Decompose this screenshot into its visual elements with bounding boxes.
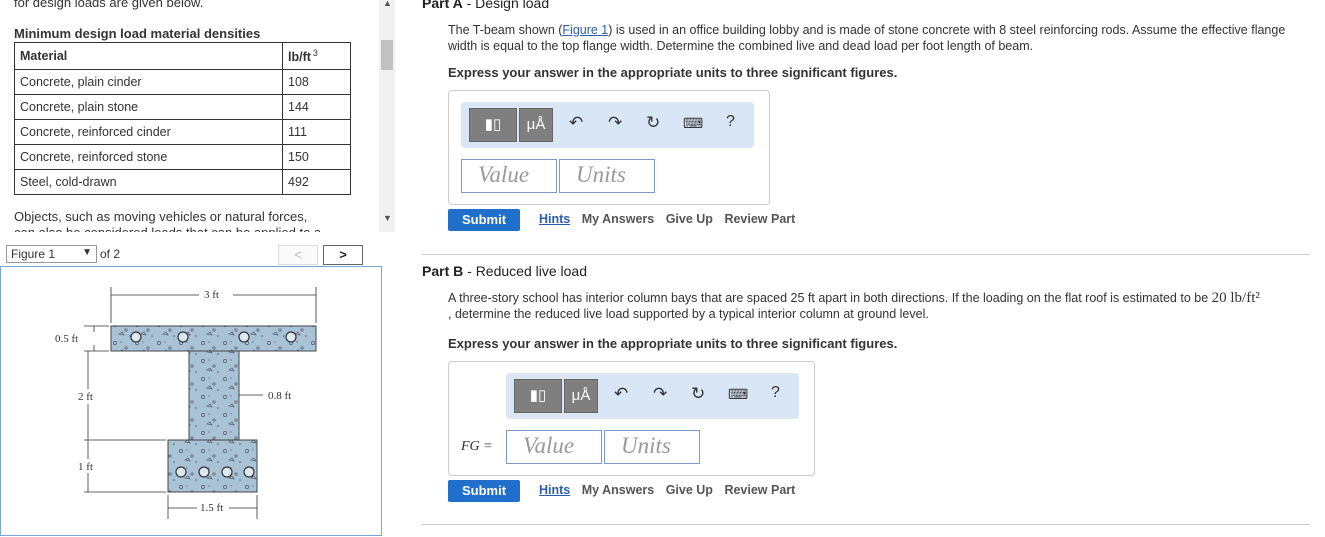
prev-figure-button[interactable]: < bbox=[278, 245, 318, 265]
part-a-value-input[interactable]: Value bbox=[461, 159, 557, 193]
table-row: Concrete, plain stone 144 bbox=[14, 94, 351, 120]
part-b-instructions: Express your answer in the appropriate u… bbox=[448, 336, 898, 351]
scroll-down-icon[interactable]: ▼ bbox=[383, 213, 392, 223]
objects-text-cut: can also be considered loads that can be… bbox=[14, 225, 321, 232]
part-b-give-up-link[interactable]: Give Up bbox=[666, 483, 713, 497]
part-a-answer-box: ▮▯ μÅ ↶ ↷ ↻ ⌨ ? Value Units bbox=[448, 90, 770, 205]
part-a-my-answers-link[interactable]: My Answers bbox=[582, 212, 654, 226]
part-b-hints-link[interactable]: Hints bbox=[539, 483, 570, 497]
header-unit: lb/ft 3 bbox=[282, 42, 351, 70]
next-figure-button[interactable]: > bbox=[323, 245, 363, 265]
part-a-header: Part A - Design load bbox=[422, 0, 550, 11]
part-b-submit-button[interactable]: Submit bbox=[448, 480, 520, 502]
figure-count: of 2 bbox=[100, 247, 121, 261]
dim-bottom-width: 1.5 ft bbox=[200, 502, 223, 514]
part-b-value-input[interactable]: Value bbox=[506, 430, 602, 464]
part-b-links: Hints My Answers Give Up Review Part bbox=[539, 483, 803, 497]
material-scroll-area[interactable]: for design loads are given below. Minimu… bbox=[0, 0, 378, 232]
part-b-question: A three-story school has interior column… bbox=[448, 290, 1260, 321]
part-b-toolbar: ▮▯ μÅ ↶ ↷ ↻ ⌨ ? bbox=[506, 373, 799, 419]
dim-web-height: 2 ft bbox=[78, 391, 93, 403]
scroll-up-icon[interactable]: ▲ bbox=[383, 0, 392, 8]
part-a-units-input[interactable]: Units bbox=[559, 159, 655, 193]
part-b-header: Part B - Reduced live load bbox=[422, 263, 587, 279]
symbol-button[interactable]: μÅ bbox=[519, 108, 553, 142]
part-a-hints-link[interactable]: Hints bbox=[539, 212, 570, 226]
figure-panel: 3 ft 0.5 ft 2 ft 0.8 ft 1 ft 1.5 ft bbox=[0, 266, 382, 536]
undo-icon[interactable]: ↶ bbox=[569, 113, 583, 133]
part-a-give-up-link[interactable]: Give Up bbox=[666, 212, 713, 226]
figure-link[interactable]: Figure 1 bbox=[562, 23, 608, 37]
table-row: Concrete, reinforced cinder 111 bbox=[14, 119, 351, 145]
template-icon[interactable]: ▮▯ bbox=[514, 379, 562, 413]
figure-select[interactable]: Figure 1 ▼ bbox=[6, 245, 97, 263]
part-a-instructions: Express your answer in the appropriate u… bbox=[448, 65, 898, 80]
part-b-review-link[interactable]: Review Part bbox=[724, 483, 795, 497]
header-material: Material bbox=[14, 42, 283, 70]
part-divider bbox=[422, 254, 1310, 255]
figure-navigation: Figure 1 ▼ of 2 < > bbox=[0, 244, 395, 266]
part-a-submit-button[interactable]: Submit bbox=[448, 209, 520, 231]
help-icon[interactable]: ? bbox=[726, 113, 735, 131]
scroll-thumb[interactable] bbox=[381, 40, 393, 70]
dim-flange-thickness: 0.5 ft bbox=[55, 333, 78, 345]
objects-text: Objects, such as moving vehicles or natu… bbox=[14, 209, 308, 224]
fg-label: FG = bbox=[461, 439, 493, 454]
part-a-toolbar: ▮▯ μÅ ↶ ↷ ↻ ⌨ ? bbox=[461, 102, 754, 148]
keyboard-icon[interactable]: ⌨ bbox=[683, 115, 703, 132]
roof-load-value: 20 lb/ft² bbox=[1211, 290, 1260, 306]
keyboard-icon[interactable]: ⌨ bbox=[728, 386, 748, 403]
web bbox=[188, 350, 240, 441]
vertical-scrollbar[interactable]: ▲ ▼ bbox=[379, 0, 395, 232]
reset-icon[interactable]: ↻ bbox=[646, 113, 660, 133]
bottom-bulb bbox=[167, 439, 258, 493]
template-icon[interactable]: ▮▯ bbox=[469, 108, 517, 142]
t-beam-diagram: 3 ft 0.5 ft 2 ft 0.8 ft 1 ft 1.5 ft bbox=[55, 287, 317, 519]
intro-text: for design loads are given below. bbox=[14, 0, 204, 10]
table-header-row: Material lb/ft 3 bbox=[14, 42, 351, 70]
part-b-answer-box: ▮▯ μÅ ↶ ↷ ↻ ⌨ ? FG = Value Units bbox=[448, 361, 815, 476]
top-flange bbox=[110, 325, 317, 352]
dim-web-width: 0.8 ft bbox=[268, 390, 291, 402]
chevron-down-icon: ▼ bbox=[82, 247, 92, 258]
table-title: Minimum design load material densities bbox=[14, 26, 261, 41]
part-b-units-input[interactable]: Units bbox=[604, 430, 700, 464]
undo-icon[interactable]: ↶ bbox=[614, 384, 628, 404]
part-a-question: The T-beam shown (Figure 1) is used in a… bbox=[448, 23, 1286, 53]
dim-bottom-height: 1 ft bbox=[78, 461, 93, 473]
left-pane: for design loads are given below. Minimu… bbox=[0, 0, 395, 536]
part-a-links: Hints My Answers Give Up Review Part bbox=[539, 212, 803, 226]
redo-icon[interactable]: ↷ bbox=[653, 384, 667, 404]
table-row: Concrete, reinforced stone 150 bbox=[14, 144, 351, 170]
part-divider-bottom bbox=[422, 524, 1310, 525]
density-table: Material lb/ft 3 Concrete, plain cinder 10… bbox=[14, 42, 351, 195]
dim-top-width: 3 ft bbox=[204, 289, 219, 301]
part-b-my-answers-link[interactable]: My Answers bbox=[582, 483, 654, 497]
table-row: Steel, cold-drawn 492 bbox=[14, 169, 351, 195]
table-row: Concrete, plain cinder 108 bbox=[14, 69, 351, 95]
part-a-review-link[interactable]: Review Part bbox=[724, 212, 795, 226]
symbol-button[interactable]: μÅ bbox=[564, 379, 598, 413]
redo-icon[interactable]: ↷ bbox=[608, 113, 622, 133]
help-icon[interactable]: ? bbox=[771, 384, 780, 402]
reset-icon[interactable]: ↻ bbox=[691, 384, 705, 404]
